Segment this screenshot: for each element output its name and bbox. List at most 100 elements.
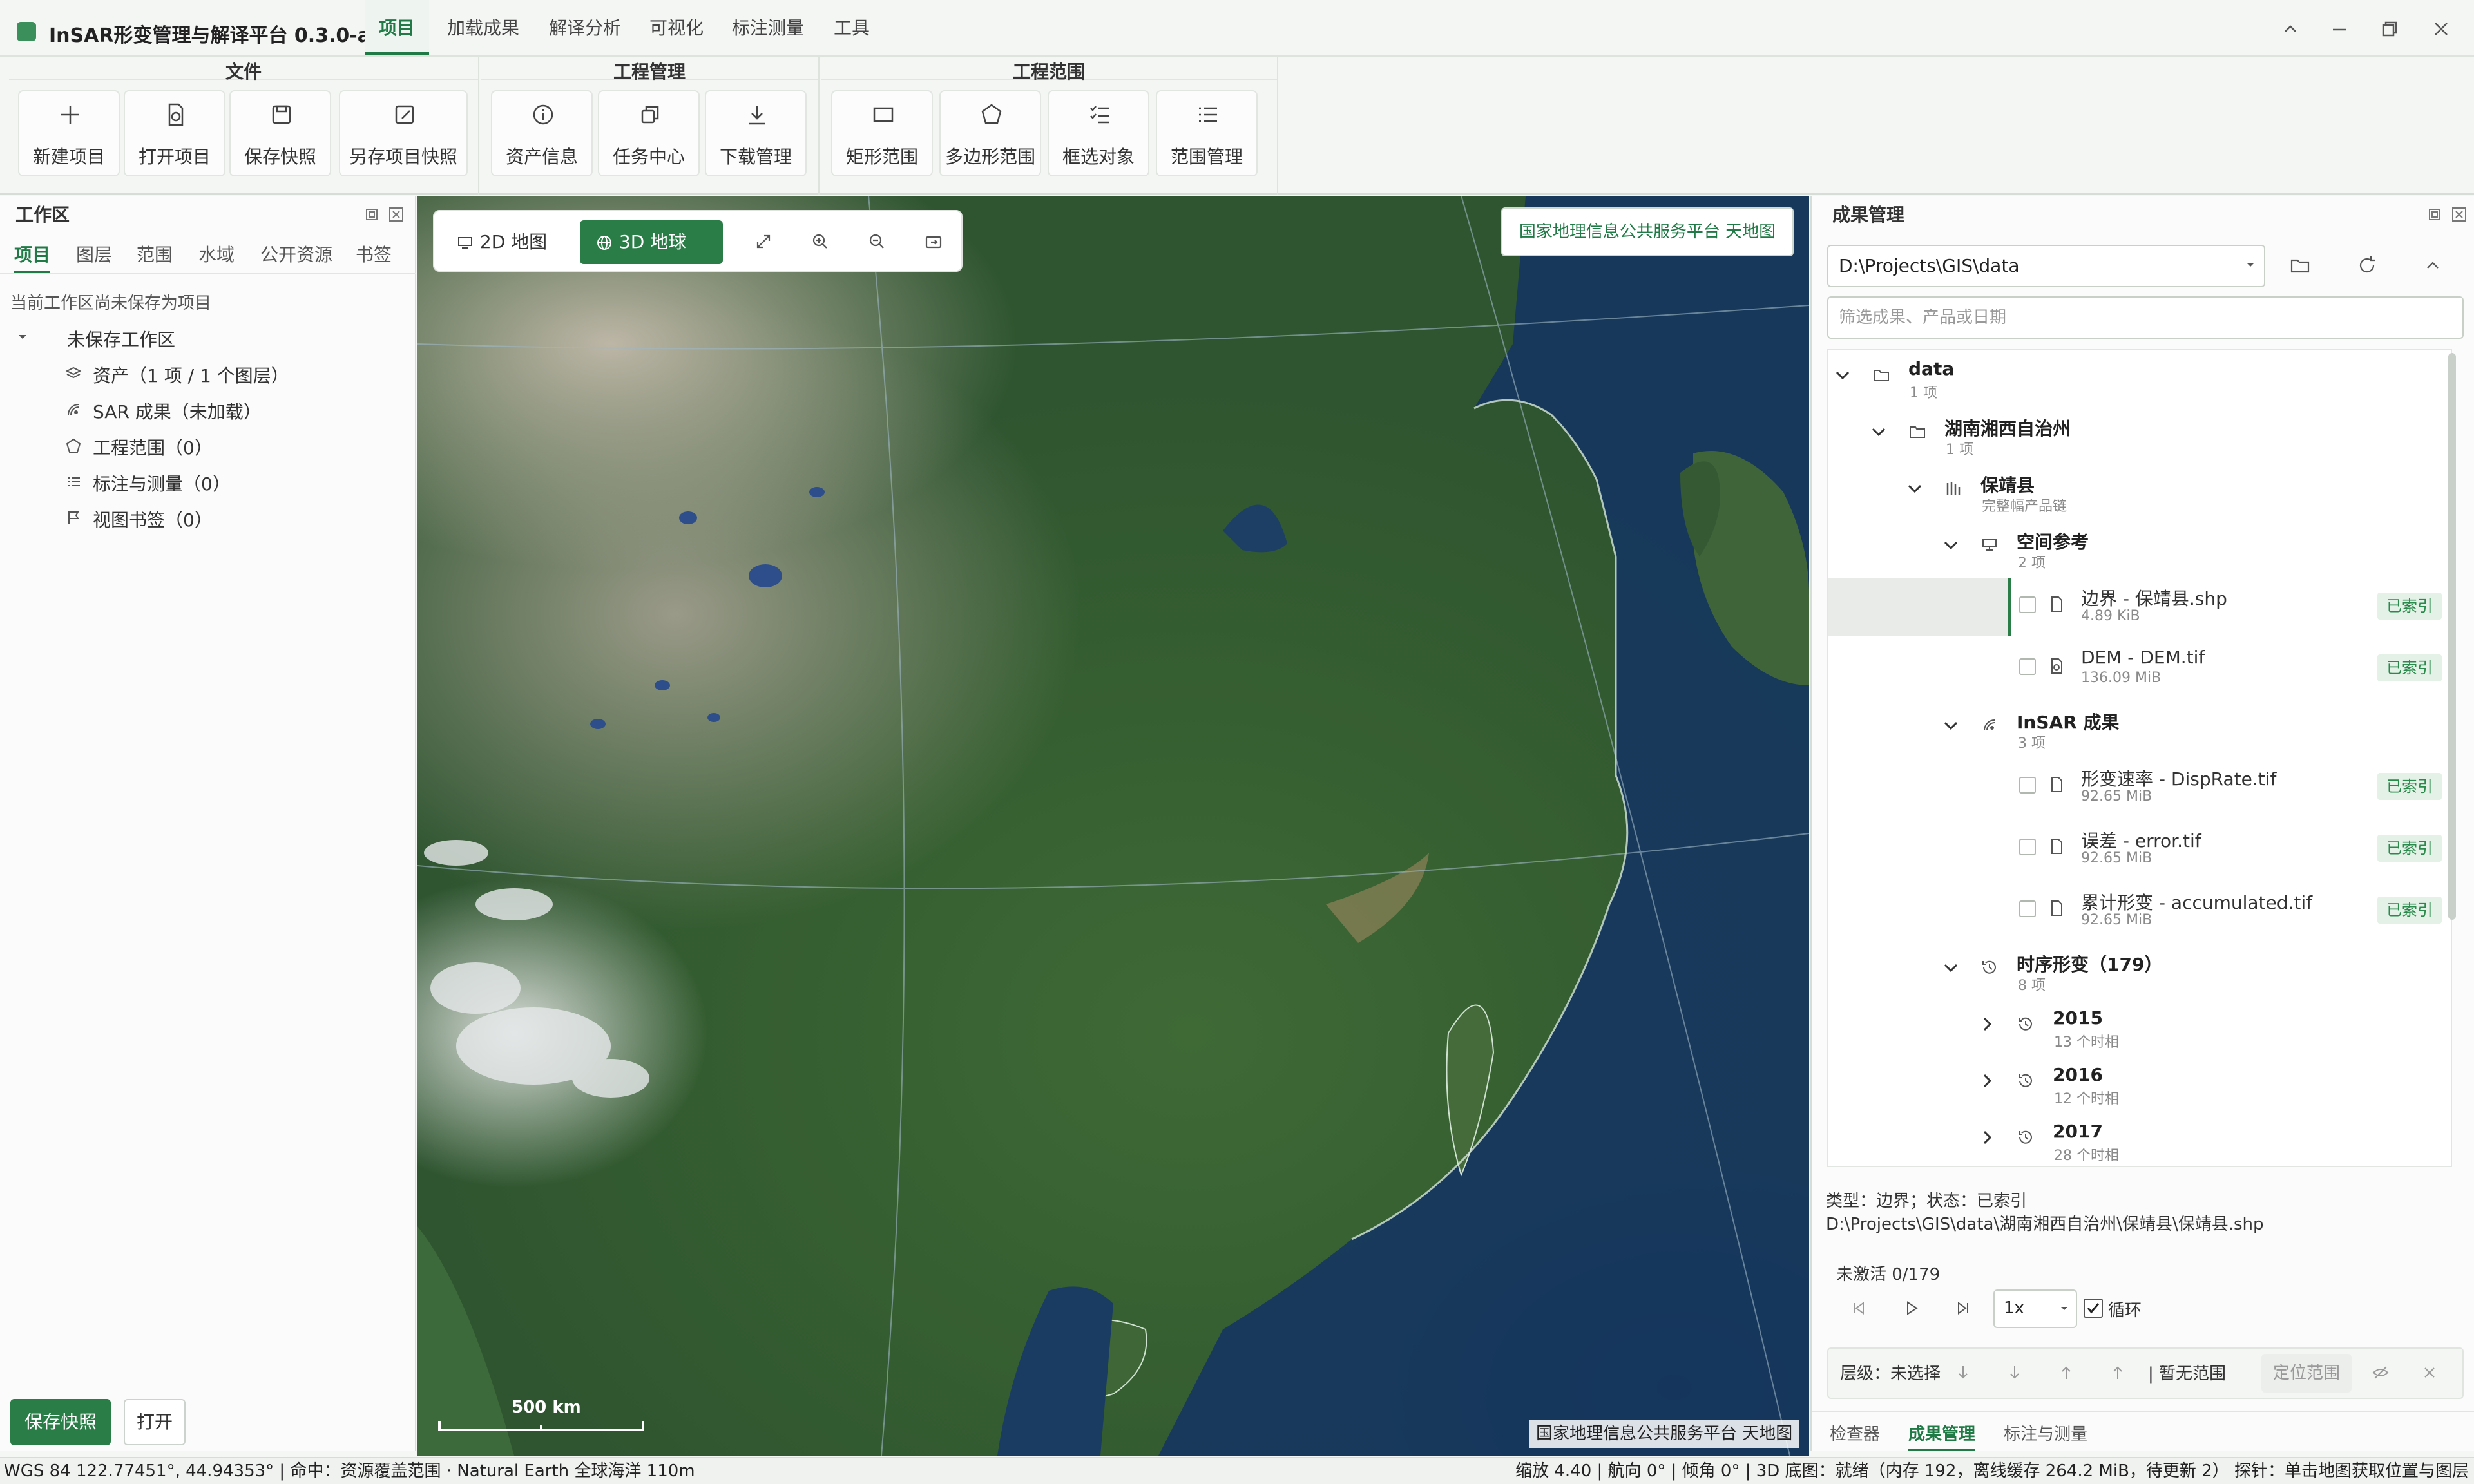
tree-item-range[interactable]: 工程范围（0） [93,434,213,460]
file-boundary[interactable]: 边界 - 保靖县.shp [2081,585,2227,611]
file-disprate[interactable]: 形变速率 - DispRate.tif [2081,765,2276,791]
tab-public-resources[interactable]: 公开资源 [260,241,332,267]
results-filter-input[interactable]: 筛选成果、产品或日期 [1827,296,2464,339]
chevron-down-icon[interactable] [1941,535,1961,555]
skip-forward-icon[interactable] [1953,1298,1973,1318]
float-panel-icon[interactable] [2425,205,2444,224]
tab-bookmarks[interactable]: 书签 [356,241,392,267]
node-county[interactable]: 保靖县 [1980,471,2035,497]
menu-tools[interactable]: 工具 [820,0,884,55]
menu-visualization[interactable]: 可视化 [635,0,718,55]
tab-results-management[interactable]: 成果管理 [1908,1421,1976,1451]
move-top-icon[interactable] [2108,1363,2127,1382]
workspace-root[interactable]: 未保存工作区 [67,326,175,352]
collapse-ribbon-icon[interactable] [2276,14,2305,44]
chevron-right-icon[interactable] [1977,1127,1997,1148]
node-insar[interactable]: InSAR 成果 [2017,709,2120,734]
move-down-icon[interactable] [2005,1363,2024,1382]
close-panel-icon[interactable] [387,205,406,224]
task-center-button[interactable]: 任务中心 [598,90,700,176]
minimize-icon[interactable] [2325,14,2354,44]
chevron-down-icon[interactable] [1832,365,1853,385]
history-icon [2017,1015,2035,1033]
file-checkbox[interactable] [2019,900,2036,917]
basemap-source-button[interactable]: 国家地理信息公共服务平台 天地图 [1501,207,1794,256]
chevron-right-icon[interactable] [1977,1070,1997,1091]
refresh-icon[interactable] [2355,254,2379,277]
tree-scrollbar[interactable] [2448,353,2456,920]
polygon-range-button[interactable]: 多边形范围 [939,90,1041,176]
locate-range-button[interactable]: 定位范围 [2261,1354,2352,1393]
loop-checkbox[interactable] [2084,1298,2103,1318]
close-window-icon[interactable] [2426,14,2456,44]
tree-item-bookmarks[interactable]: 视图书签（0） [93,506,213,532]
open-project-button[interactable]: 打开项目 [124,90,225,176]
node-timeseries[interactable]: 时序形变（179） [2017,951,2162,976]
file-accumulated[interactable]: 累计形变 - accumulated.tif [2081,889,2312,915]
node-prefecture[interactable]: 湖南湘西自治州 [1944,415,2071,441]
save-as-snapshot-button[interactable]: 另存项目快照 [339,90,468,176]
node-year-2016[interactable]: 2016 [2053,1064,2103,1085]
new-project-button[interactable]: 新建项目 [18,90,120,176]
save-snapshot-button[interactable]: 保存快照 [10,1399,111,1445]
node-spatial-reference[interactable]: 空间参考 [2017,528,2089,554]
save-snapshot-button[interactable]: 保存快照 [229,90,331,176]
chevron-down-icon[interactable] [1941,957,1961,978]
menu-load-results[interactable]: 加载成果 [433,0,533,55]
map-view[interactable] [417,196,1809,1456]
file-checkbox[interactable] [2019,777,2036,794]
folder-open-icon[interactable] [2288,254,2312,277]
tree-item-assets[interactable]: 资产（1 项 / 1 个图层） [93,362,289,388]
file-size: 4.89 KiB [2081,608,2140,624]
box-select-button[interactable]: 框选对象 [1048,90,1149,176]
tab-inspector[interactable]: 检查器 [1830,1421,1880,1445]
rect-range-button[interactable]: 矩形范围 [831,90,933,176]
restore-icon[interactable] [2375,14,2404,44]
reset-view-icon[interactable] [923,231,945,252]
collapse-arrow-icon[interactable] [15,330,30,344]
collapse-up-icon[interactable] [2421,254,2444,277]
speed-select[interactable]: 1x [1993,1289,2077,1328]
hide-icon[interactable] [2371,1363,2390,1382]
indexed-badge: 已索引 [2377,773,2442,800]
chevron-down-icon[interactable] [1941,715,1961,736]
menu-annotation[interactable]: 标注测量 [718,0,818,55]
3d-globe-button[interactable]: 3D 地球 [580,220,723,264]
file-checkbox[interactable] [2019,658,2036,675]
node-year-2017[interactable]: 2017 [2053,1121,2103,1142]
zoom-out-icon[interactable] [866,231,888,252]
data-path-select[interactable]: D:\Projects\GIS\data [1827,245,2265,287]
file-dem[interactable]: DEM - DEM.tif [2081,647,2205,668]
move-bottom-icon[interactable] [1953,1363,1973,1382]
chevron-down-icon[interactable] [1904,478,1925,499]
tab-project[interactable]: 项目 [14,241,51,273]
chevron-down-icon[interactable] [1868,421,1889,442]
chevron-right-icon[interactable] [1977,1014,1997,1034]
tab-layers[interactable]: 图层 [76,241,112,267]
play-icon[interactable] [1902,1298,1921,1318]
node-year-2015[interactable]: 2015 [2053,1007,2103,1029]
menu-project[interactable]: 项目 [365,0,430,55]
asset-info-button[interactable]: 资产信息 [491,90,593,176]
download-manager-button[interactable]: 下载管理 [705,90,807,176]
tree-item-sar[interactable]: SAR 成果（未加载） [93,398,262,424]
2d-map-button[interactable]: 2D 地图 [439,220,567,264]
remove-icon[interactable] [2420,1363,2439,1382]
file-checkbox[interactable] [2019,596,2036,613]
tree-item-annotation[interactable]: 标注与测量（0） [93,470,231,496]
tab-water[interactable]: 水域 [198,241,235,267]
zoom-in-icon[interactable] [809,231,831,252]
file-error[interactable]: 误差 - error.tif [2081,827,2201,853]
float-panel-icon[interactable] [362,205,381,224]
close-panel-icon[interactable] [2450,205,2469,224]
skip-back-icon[interactable] [1849,1298,1868,1318]
menu-interpretation[interactable]: 解译分析 [535,0,635,55]
range-manage-button[interactable]: 范围管理 [1156,90,1258,176]
open-button[interactable]: 打开 [124,1399,186,1445]
file-checkbox[interactable] [2019,839,2036,855]
tab-range[interactable]: 范围 [137,241,173,267]
fullscreen-icon[interactable] [753,231,774,252]
tab-annotation-measure[interactable]: 标注与测量 [2004,1421,2087,1445]
node-data[interactable]: data [1908,358,1954,379]
move-up-icon[interactable] [2057,1363,2076,1382]
